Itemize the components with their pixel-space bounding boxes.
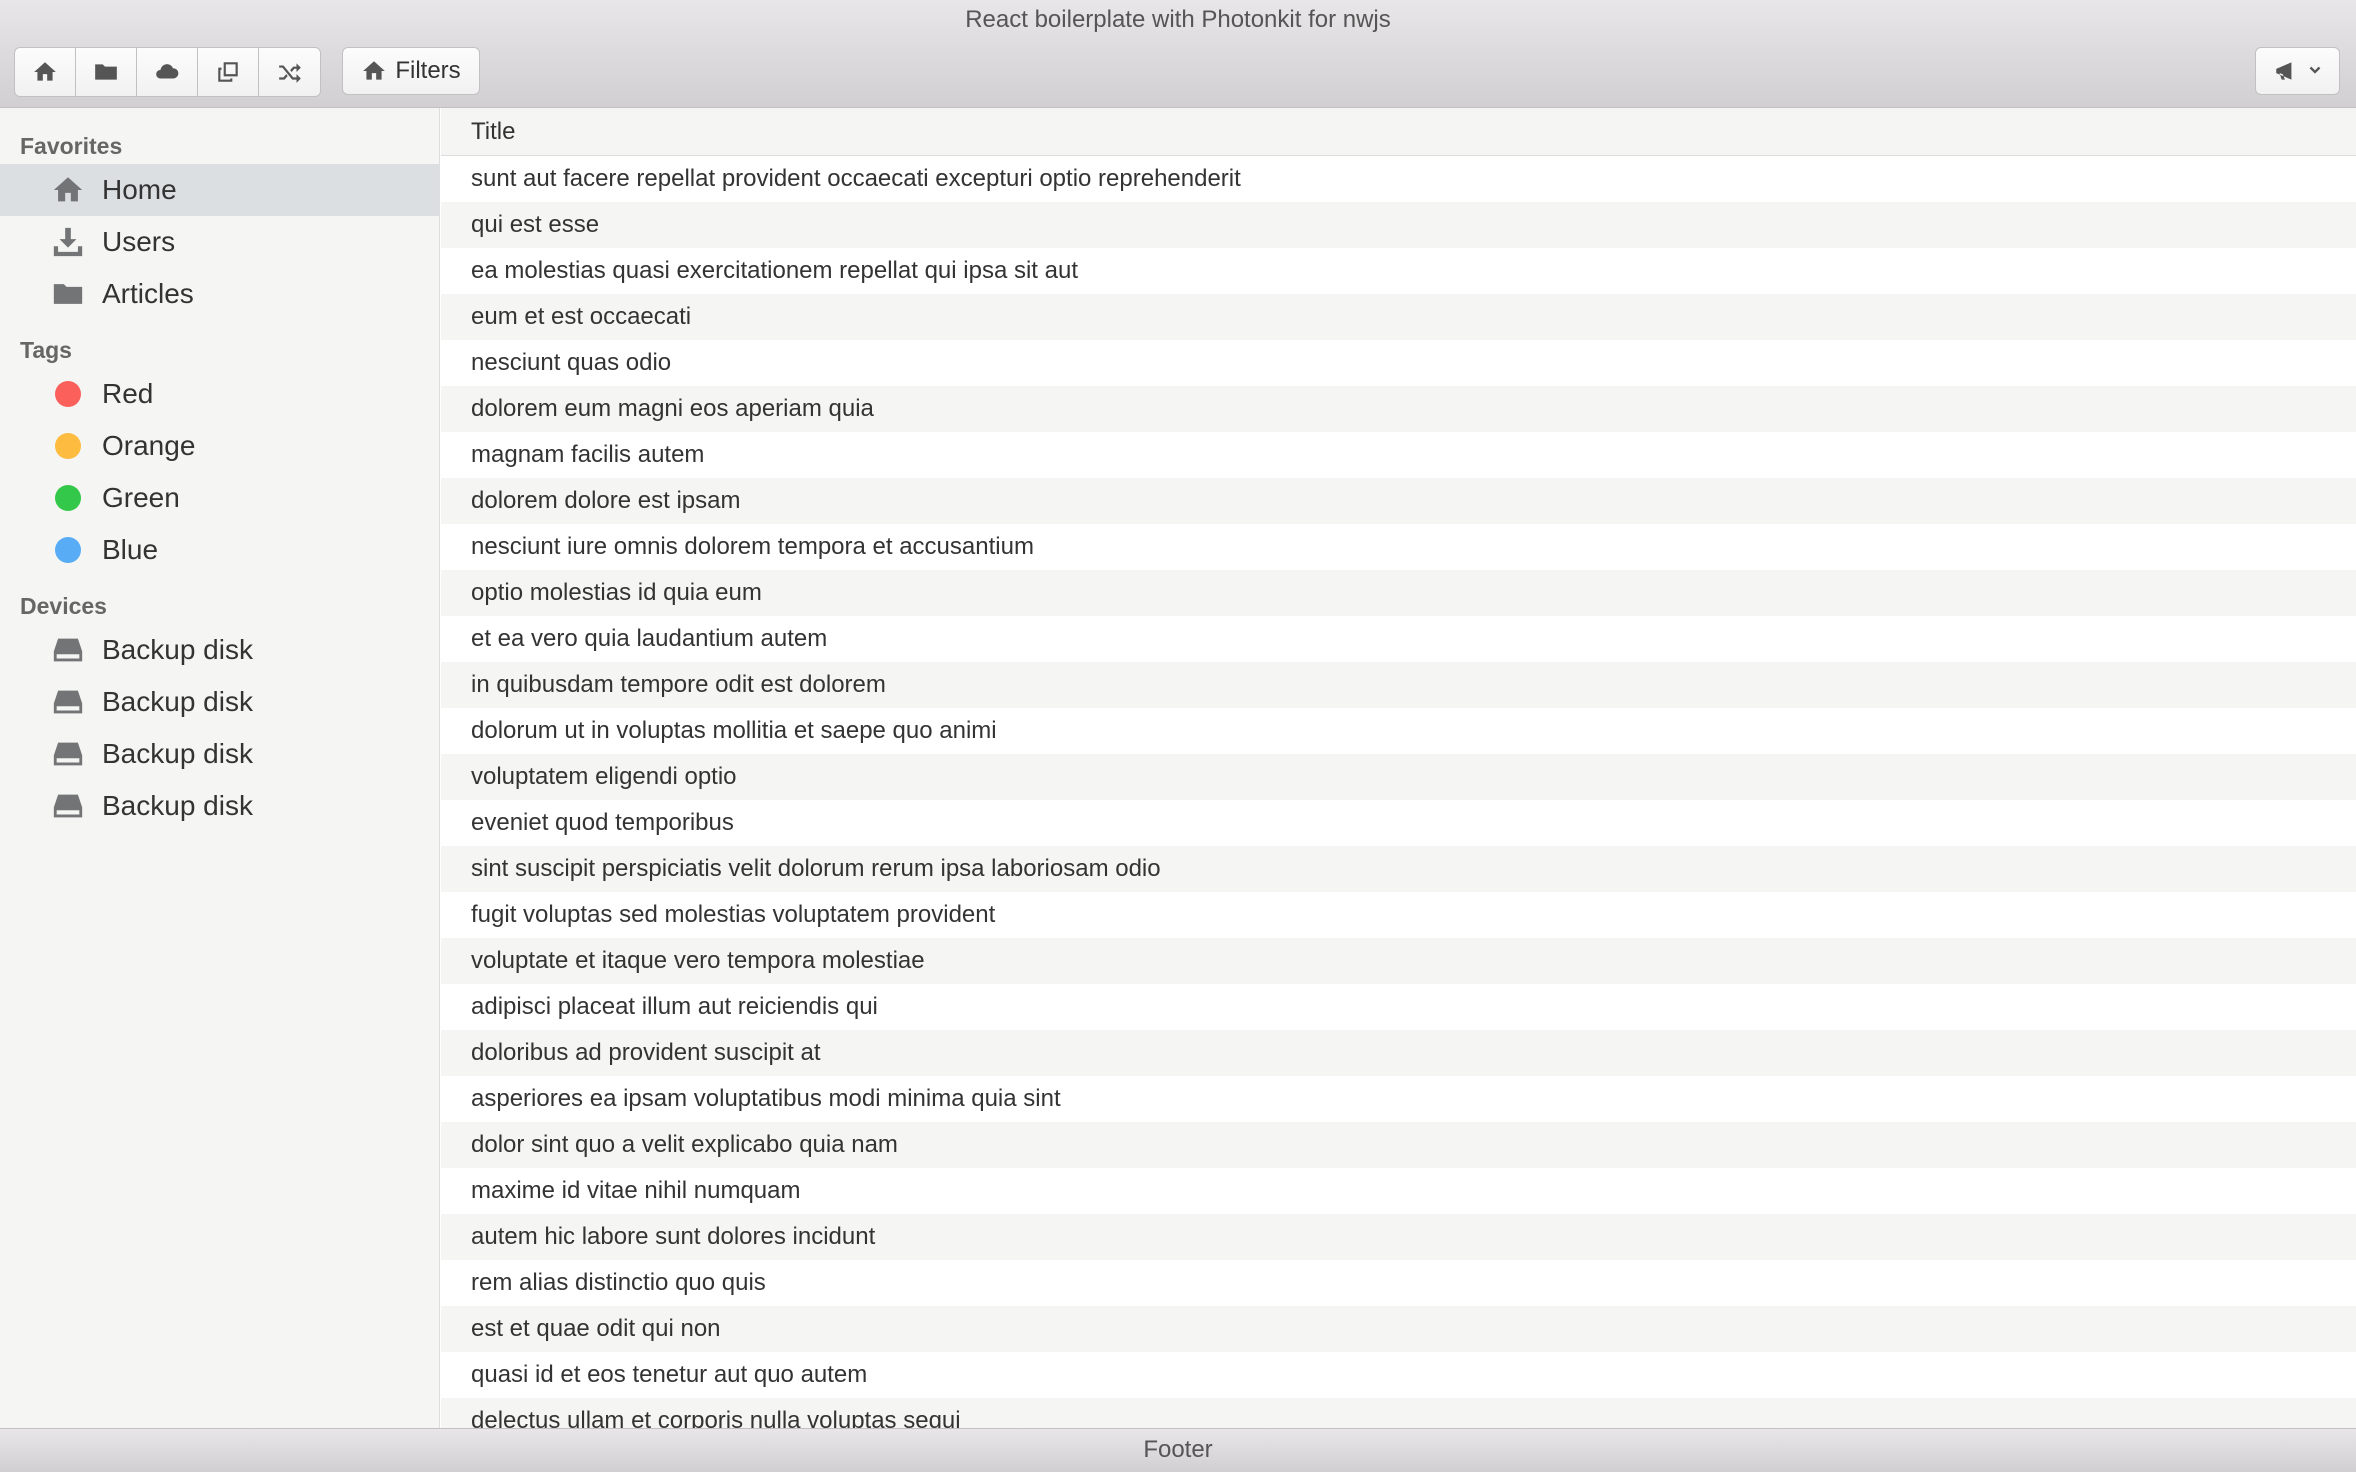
filters-button[interactable]: Filters — [342, 47, 480, 95]
home-icon — [363, 61, 386, 80]
sidebar-item-label: Orange — [102, 430, 196, 461]
shuffle-button[interactable] — [259, 48, 320, 96]
table-row[interactable]: autem hic labore sunt dolores incidunt — [441, 1214, 2356, 1260]
sidebar: Favorites Home Users Articles Tags Red O… — [0, 108, 440, 1428]
table-row[interactable]: voluptatem eligendi optio — [441, 754, 2356, 800]
table-row[interactable]: maxime id vitae nihil numquam — [441, 1168, 2356, 1214]
table-row[interactable]: sunt aut facere repellat provident occae… — [441, 156, 2356, 202]
red-dot-icon — [55, 381, 81, 407]
table-row[interactable]: sint suscipit perspiciatis velit dolorum… — [441, 846, 2356, 892]
drive-icon — [53, 742, 83, 766]
sidebar-item-green[interactable]: Green — [0, 472, 439, 524]
folder-button[interactable] — [76, 48, 137, 96]
sidebar-item-red[interactable]: Red — [0, 368, 439, 420]
green-dot-icon — [55, 485, 81, 511]
home-button[interactable] — [15, 48, 76, 96]
table-row[interactable]: asperiores ea ipsam voluptatibus modi mi… — [441, 1076, 2356, 1122]
orange-dot-icon — [55, 433, 81, 459]
chevron-down-icon — [2309, 66, 2320, 74]
table-row[interactable]: quasi id et eos tenetur aut quo autem — [441, 1352, 2356, 1398]
drive-icon — [53, 794, 83, 818]
table-row[interactable]: dolorum ut in voluptas mollitia et saepe… — [441, 708, 2356, 754]
sidebar-item-label: Backup disk — [102, 790, 253, 821]
toolbar: React boilerplate with Photonkit for nwj… — [0, 0, 2356, 108]
table-row[interactable]: adipisci placeat illum aut reiciendis qu… — [441, 984, 2356, 1030]
main-table: Title sunt aut facere repellat provident… — [441, 108, 2356, 1428]
sidebar-item-backup-disk[interactable]: Backup disk — [0, 728, 439, 780]
megaphone-icon — [2275, 62, 2291, 80]
blue-dot-icon — [55, 537, 81, 563]
sidebar-item-backup-disk[interactable]: Backup disk — [0, 780, 439, 832]
table-row[interactable]: delectus ullam et corporis nulla volupta… — [441, 1398, 2356, 1428]
table-row[interactable]: doloribus ad provident suscipit at — [441, 1030, 2356, 1076]
toolbar-button-group — [14, 47, 321, 97]
sidebar-item-home[interactable]: Home — [0, 164, 439, 216]
cloud-icon — [156, 64, 179, 79]
table-row[interactable]: dolor sint quo a velit explicabo quia na… — [441, 1122, 2356, 1168]
table-row[interactable]: et ea vero quia laudantium autem — [441, 616, 2356, 662]
table-row[interactable]: rem alias distinctio quo quis — [441, 1260, 2356, 1306]
sidebar-item-users[interactable]: Users — [0, 216, 439, 268]
dropdown-button[interactable] — [2255, 47, 2340, 95]
sidebar-item-label: Backup disk — [102, 634, 253, 665]
download-icon — [53, 227, 83, 257]
folder-icon — [95, 64, 117, 80]
sidebar-item-orange[interactable]: Orange — [0, 420, 439, 472]
drive-icon — [53, 690, 83, 714]
cloud-button[interactable] — [137, 48, 198, 96]
sidebar-item-blue[interactable]: Blue — [0, 524, 439, 576]
sidebar-item-label: Backup disk — [102, 686, 253, 717]
footer: Footer — [0, 1428, 2356, 1472]
tags-title: Tags — [20, 337, 72, 363]
sidebar-item-articles[interactable]: Articles — [0, 268, 439, 320]
table-row[interactable]: nesciunt iure omnis dolorem tempora et a… — [441, 524, 2356, 570]
table-row[interactable]: dolorem eum magni eos aperiam quia — [441, 386, 2356, 432]
table-row[interactable]: ea molestias quasi exercitationem repell… — [441, 248, 2356, 294]
table-body: sunt aut facere repellat provident occae… — [441, 156, 2356, 1428]
table-row[interactable]: eveniet quod temporibus — [441, 800, 2356, 846]
sidebar-item-label: Users — [102, 226, 176, 257]
table-row[interactable]: nesciunt quas odio — [441, 340, 2356, 386]
sidebar-item-label: Home — [102, 174, 177, 205]
sidebar-item-label: Green — [102, 482, 180, 513]
table-row[interactable]: fugit voluptas sed molestias voluptatem … — [441, 892, 2356, 938]
column-header-title[interactable]: Title — [441, 108, 2356, 156]
table-row[interactable]: magnam facilis autem — [441, 432, 2356, 478]
filters-label: Filters — [395, 57, 461, 84]
popup-button[interactable] — [198, 48, 259, 96]
home-icon — [53, 177, 83, 202]
window-title: React boilerplate with Photonkit for nwj… — [965, 6, 1391, 33]
popup-icon — [218, 62, 238, 82]
devices-title: Devices — [20, 593, 107, 619]
table-row[interactable]: est et quae odit qui non — [441, 1306, 2356, 1352]
folder-icon — [53, 284, 83, 304]
sidebar-item-label: Backup disk — [102, 738, 253, 769]
table-row[interactable]: optio molestias id quia eum — [441, 570, 2356, 616]
home-icon — [34, 62, 56, 81]
sidebar-item-label: Red — [102, 378, 154, 409]
sidebar-item-backup-disk[interactable]: Backup disk — [0, 676, 439, 728]
sidebar-item-label: Blue — [102, 534, 159, 565]
favorites-title: Favorites — [20, 133, 123, 159]
table-row[interactable]: in quibusdam tempore odit est dolorem — [441, 662, 2356, 708]
sidebar-item-backup-disk[interactable]: Backup disk — [0, 624, 439, 676]
table-row[interactable]: dolorem dolore est ipsam — [441, 478, 2356, 524]
table-row[interactable]: voluptate et itaque vero tempora molesti… — [441, 938, 2356, 984]
table-row[interactable]: qui est esse — [441, 202, 2356, 248]
drive-icon — [53, 638, 83, 662]
table-row[interactable]: eum et est occaecati — [441, 294, 2356, 340]
shuffle-icon — [278, 63, 301, 83]
sidebar-item-label: Articles — [102, 278, 194, 309]
